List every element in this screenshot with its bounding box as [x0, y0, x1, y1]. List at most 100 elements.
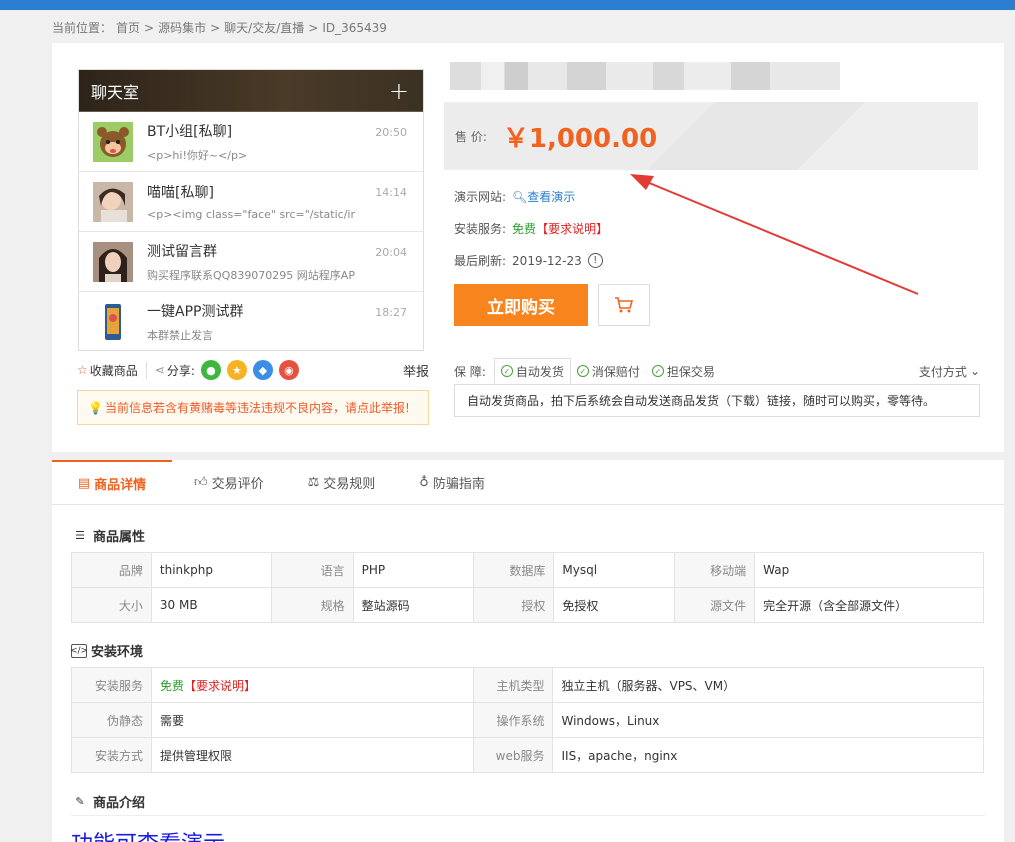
breadcrumb-market[interactable]: 源码集市: [158, 21, 206, 35]
refresh-label: 最后刷新:: [454, 254, 507, 268]
tab-anti-fraud[interactable]: ♁ 防骗指南: [397, 460, 507, 505]
search-icon: 🔍︎: [512, 190, 528, 204]
share-icon: ⋖: [154, 363, 165, 377]
attr-key: 数据库: [473, 552, 555, 588]
chatroom-header: 聊天室 +: [79, 70, 423, 112]
red-arrow-annotation: [630, 174, 919, 295]
breadcrumb-sep: >: [144, 21, 155, 35]
top-nav-bar: [0, 0, 1015, 10]
attr-key: 大小: [71, 587, 152, 623]
list-search-icon: ☰: [75, 529, 85, 542]
tab-label: 商品详情: [94, 478, 147, 493]
env-value: 提供管理权限: [150, 737, 474, 773]
install-label: 安装服务:: [454, 222, 507, 236]
tab-reviews[interactable]: 👍︎ 交易评价: [172, 460, 286, 505]
check-icon: ✓: [576, 365, 589, 377]
tab-compensation[interactable]: ✓ 消保赔付: [571, 358, 646, 384]
tab-label: 交易规则: [323, 477, 376, 492]
report-link[interactable]: 举报: [403, 361, 429, 380]
tab-label: 交易评价: [211, 477, 264, 492]
qzone-icon[interactable]: ★: [226, 360, 247, 380]
weibo-icon[interactable]: ◉: [278, 360, 299, 380]
attrs-heading: ☰ 商品属性: [71, 526, 145, 545]
chat-list-item: 一键APP测试群 本群禁止发言 18:27: [79, 292, 423, 350]
env-key: web服务: [472, 737, 554, 773]
chat-message: <p><img class="face" src="/static/ir: [147, 208, 355, 221]
chat-list-item: BT小组[私聊] <p>hi!你好~</p> 20:50: [79, 112, 423, 172]
avatar: [93, 181, 133, 222]
install-row: 安装服务: 免费 【要求说明】: [454, 220, 608, 237]
avatar: [93, 241, 133, 282]
qq-icon[interactable]: ◆: [252, 360, 273, 380]
warning-text: 当前信息若含有黄赌毒等违法违规不良内容，请点此举报!: [104, 401, 410, 415]
add-to-cart-button[interactable]: [598, 284, 650, 326]
price-label: 售 价:: [455, 129, 487, 144]
tab-auto-delivery[interactable]: ✓ 自动发货: [493, 358, 571, 384]
env-heading: </> 安装环境: [69, 641, 144, 660]
payment-method-dropdown[interactable]: 支付方式 ⌄: [919, 363, 980, 380]
intro-header-bar: [71, 784, 985, 816]
share-group: ⋖ 分享: ● ★ ◆ ◉: [155, 360, 305, 380]
check-icon: ✓: [500, 365, 513, 377]
breadcrumb-category[interactable]: 聊天/交友/直播: [224, 21, 304, 35]
intro-headline: 功能可查看演示: [71, 826, 225, 842]
scale-icon: ⚖: [307, 475, 320, 490]
favorite-button[interactable]: ☆ 收藏商品: [77, 361, 147, 379]
env-key: 安装方式: [71, 737, 152, 773]
product-title-blurred: [450, 62, 840, 90]
attr-key: 移动端: [674, 552, 756, 588]
breadcrumb-current: ID_365439: [322, 21, 387, 35]
edit-icon: ✎: [75, 795, 85, 808]
chatroom-title: 聊天室: [91, 82, 140, 102]
bulb-icon: ♁: [419, 475, 429, 490]
table-row: 伪静态 需要 操作系统 Windows，Linux: [71, 702, 984, 738]
report-warning[interactable]: 💡 当前信息若含有黄赌毒等违法违规不良内容，请点此举报!: [77, 390, 429, 425]
buy-now-button[interactable]: 立即购买: [454, 284, 588, 326]
refresh-date: 2019-12-23: [512, 253, 582, 268]
chat-time: 20:50: [375, 126, 407, 139]
guarantee-description: 自动发货商品，拍下后系统会自动发送商品发货（下载）链接，随时可以购买，零等待。: [454, 384, 980, 417]
chat-name: 喵喵[私聊]: [147, 185, 214, 201]
breadcrumb-home[interactable]: 首页: [116, 21, 140, 35]
tab-product-details[interactable]: ▤ 商品详情: [52, 460, 172, 505]
demo-link[interactable]: 🔍︎查看演示: [512, 188, 575, 205]
intro-heading: ✎ 商品介绍: [71, 792, 145, 811]
attr-value: 整站源码: [352, 587, 475, 623]
guarantee-tabs: 保 障: ✓ 自动发货 ✓ 消保赔付 ✓ 担保交易 支付方式 ⌄: [454, 358, 980, 384]
env-value: 需要: [150, 702, 474, 738]
env-key: 操作系统: [472, 702, 554, 738]
detail-tabs: ▤ 商品详情 👍︎ 交易评价 ⚖ 交易规则 ♁ 防骗指南: [52, 460, 1004, 505]
info-icon[interactable]: !: [587, 253, 603, 268]
chat-time: 18:27: [375, 306, 407, 319]
chat-message: <p>hi!你好~</p>: [147, 148, 248, 162]
attr-value: Mysql: [553, 552, 676, 588]
share-label: 分享:: [166, 363, 195, 378]
tab-trade-rules[interactable]: ⚖ 交易规则: [286, 460, 398, 505]
demo-row: 演示网站: 🔍︎查看演示: [454, 188, 575, 205]
code-icon: </>: [69, 643, 89, 658]
breadcrumb-label: 当前位置：: [52, 21, 113, 35]
product-preview-image[interactable]: 聊天室 + BT小组[私聊] <p>hi!你好~</p> 20:50 喵喵[私聊]…: [78, 69, 424, 351]
document-icon: ▤: [77, 476, 91, 491]
install-requirements-link[interactable]: 【要求说明】: [536, 220, 608, 237]
env-key: 伪静态: [71, 702, 152, 738]
wechat-icon[interactable]: ●: [200, 360, 221, 380]
chat-list-item: 喵喵[私聊] <p><img class="face" src="/static/…: [79, 172, 423, 232]
env-value: 免费【要求说明】: [150, 667, 474, 703]
install-requirements-link[interactable]: 【要求说明】: [184, 679, 256, 693]
tab-escrow[interactable]: ✓ 担保交易: [646, 358, 721, 384]
price-box: 售 价: ￥1,000.00: [444, 102, 978, 170]
chat-name: 一键APP测试群: [147, 304, 244, 320]
chat-time: 20:04: [375, 246, 407, 259]
avatar: [93, 121, 133, 162]
check-icon: ✓: [651, 365, 664, 377]
breadcrumb: 当前位置： 首页 > 源码集市 > 聊天/交友/直播 > ID_365439: [52, 19, 391, 36]
env-key: 安装服务: [71, 667, 152, 703]
attr-value: PHP: [352, 552, 475, 588]
env-value: Windows，Linux: [552, 702, 984, 738]
table-row: 大小 30 MB 规格 整站源码 授权 免授权 源文件 完全开源（含全部源文件）: [71, 587, 984, 623]
env-table: 安装服务 免费【要求说明】 主机类型 独立主机（服务器、VPS、VM） 伪静态 …: [71, 667, 984, 773]
demo-label: 演示网站:: [454, 190, 507, 204]
refresh-row: 最后刷新: 2019-12-23 !: [454, 252, 603, 269]
section-title: 安装环境: [91, 645, 144, 660]
